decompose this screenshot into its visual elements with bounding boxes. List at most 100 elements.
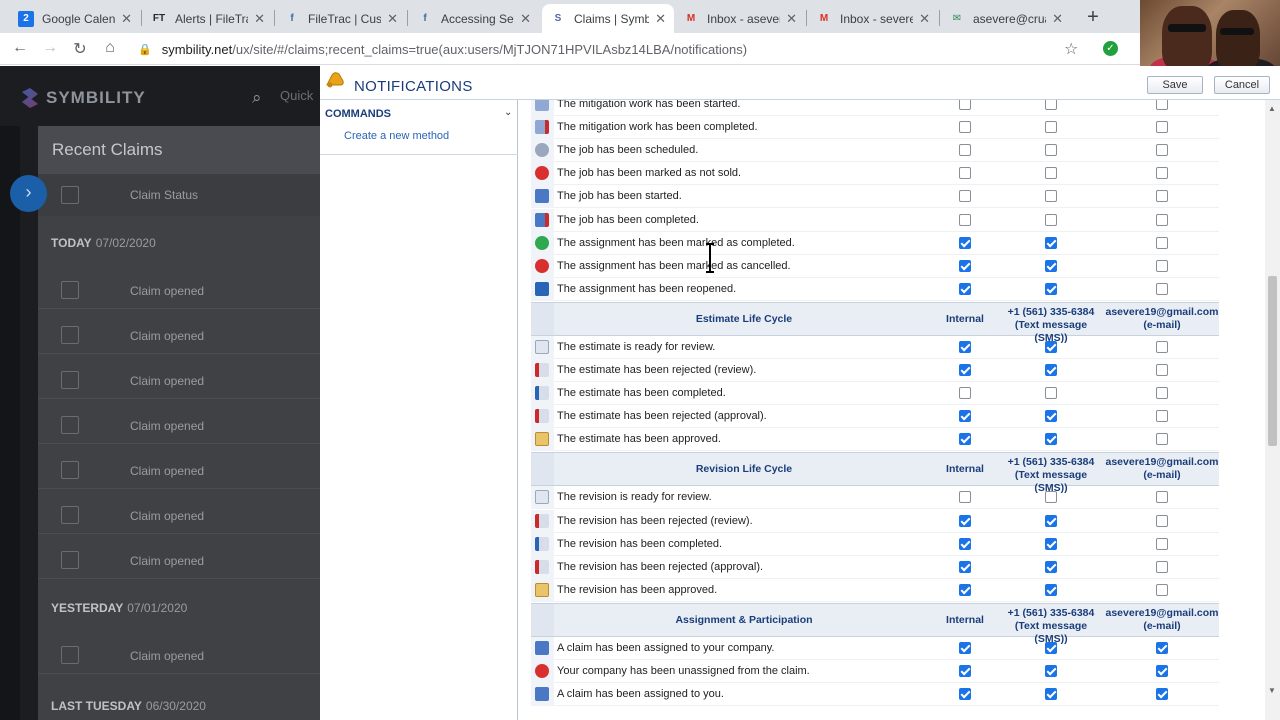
- internal-checkbox[interactable]: [959, 641, 971, 654]
- sms-checkbox[interactable]: [1045, 641, 1057, 654]
- claim-row-checkbox[interactable]: [61, 281, 79, 299]
- collapse-chevron-icon[interactable]: ⌄: [504, 107, 512, 118]
- home-icon[interactable]: ⌂: [100, 39, 120, 57]
- sms-checkbox[interactable]: [1045, 560, 1057, 573]
- email-checkbox[interactable]: [1156, 641, 1168, 654]
- email-checkbox[interactable]: [1156, 167, 1168, 180]
- internal-checkbox[interactable]: [959, 340, 971, 353]
- internal-checkbox[interactable]: [959, 167, 971, 180]
- browser-tab[interactable]: M Inbox - asevere ✕: [675, 4, 805, 33]
- sms-checkbox[interactable]: [1045, 537, 1057, 550]
- internal-checkbox[interactable]: [959, 688, 971, 701]
- claim-status-text[interactable]: Claim opened: [130, 554, 204, 568]
- sms-checkbox[interactable]: [1045, 144, 1057, 157]
- email-checkbox[interactable]: [1156, 190, 1168, 203]
- browser-tab[interactable]: f Accessing Setti ✕: [409, 4, 539, 33]
- email-checkbox[interactable]: [1156, 340, 1168, 353]
- sms-checkbox[interactable]: [1045, 410, 1057, 423]
- scroll-thumb[interactable]: [1268, 276, 1277, 446]
- claim-row-checkbox[interactable]: [61, 416, 79, 434]
- email-checkbox[interactable]: [1156, 583, 1168, 596]
- internal-checkbox[interactable]: [959, 560, 971, 573]
- sms-checkbox[interactable]: [1045, 665, 1057, 677]
- internal-checkbox[interactable]: [959, 433, 971, 446]
- claim-status-text[interactable]: Claim opened: [130, 509, 204, 523]
- sms-checkbox[interactable]: [1045, 190, 1057, 203]
- browser-tab[interactable]: M Inbox - severe ✕: [808, 4, 938, 33]
- internal-checkbox[interactable]: [959, 410, 971, 423]
- email-checkbox[interactable]: [1156, 144, 1168, 157]
- sms-checkbox[interactable]: [1045, 491, 1057, 504]
- internal-checkbox[interactable]: [959, 387, 971, 400]
- email-checkbox[interactable]: [1156, 433, 1168, 446]
- internal-checkbox[interactable]: [959, 491, 971, 504]
- close-tab-icon[interactable]: ✕: [254, 11, 265, 27]
- forward-icon[interactable]: →: [40, 39, 60, 57]
- bookmark-star-icon[interactable]: ☆: [1064, 39, 1078, 59]
- claim-row-checkbox[interactable]: [61, 506, 79, 524]
- sms-checkbox[interactable]: [1045, 433, 1057, 446]
- email-checkbox[interactable]: [1156, 121, 1168, 134]
- save-button[interactable]: Save: [1147, 76, 1203, 94]
- sms-checkbox[interactable]: [1045, 167, 1057, 180]
- email-checkbox[interactable]: [1156, 537, 1168, 550]
- address-bar[interactable]: 🔒 symbility.net/ux/site/#/claims;recent_…: [138, 36, 1098, 62]
- modal-scrollbar[interactable]: ▲ ▼: [1265, 100, 1280, 720]
- internal-checkbox[interactable]: [959, 364, 971, 376]
- internal-checkbox[interactable]: [959, 583, 971, 596]
- sms-checkbox[interactable]: [1045, 259, 1057, 272]
- create-method-link[interactable]: Create a new method: [344, 130, 449, 142]
- internal-checkbox[interactable]: [959, 259, 971, 272]
- email-checkbox[interactable]: [1156, 282, 1168, 295]
- email-checkbox[interactable]: [1156, 213, 1168, 226]
- internal-checkbox[interactable]: [959, 213, 971, 226]
- scroll-down-icon[interactable]: ▼: [1268, 686, 1276, 695]
- close-tab-icon[interactable]: ✕: [387, 11, 398, 27]
- reload-icon[interactable]: ↻: [70, 39, 90, 59]
- sms-checkbox[interactable]: [1045, 121, 1057, 134]
- email-checkbox[interactable]: [1156, 259, 1168, 272]
- search-icon[interactable]: ⌕: [252, 88, 262, 108]
- claim-status-text[interactable]: Claim opened: [130, 329, 204, 343]
- sms-checkbox[interactable]: [1045, 100, 1057, 110]
- cancel-button[interactable]: Cancel: [1214, 76, 1270, 94]
- email-checkbox[interactable]: [1156, 410, 1168, 423]
- claim-row-checkbox[interactable]: [61, 326, 79, 344]
- internal-checkbox[interactable]: [959, 144, 971, 157]
- claim-status-text[interactable]: Claim opened: [130, 649, 204, 663]
- scroll-up-icon[interactable]: ▲: [1268, 104, 1276, 113]
- sms-checkbox[interactable]: [1045, 364, 1057, 376]
- internal-checkbox[interactable]: [959, 190, 971, 203]
- sms-checkbox[interactable]: [1045, 514, 1057, 527]
- expand-chevron-icon[interactable]: ›: [10, 175, 47, 212]
- sms-checkbox[interactable]: [1045, 688, 1057, 701]
- email-checkbox[interactable]: [1156, 236, 1168, 249]
- close-tab-icon[interactable]: ✕: [919, 11, 930, 27]
- sms-checkbox[interactable]: [1045, 236, 1057, 249]
- select-all-checkbox[interactable]: [61, 186, 79, 204]
- internal-checkbox[interactable]: [959, 282, 971, 295]
- browser-tab[interactable]: f FileTrac | Custo ✕: [276, 4, 406, 33]
- quick-search-placeholder[interactable]: Quick: [280, 88, 313, 103]
- sms-checkbox[interactable]: [1045, 282, 1057, 295]
- browser-tab[interactable]: ✉ asevere@crua ✕: [941, 4, 1071, 33]
- sms-checkbox[interactable]: [1045, 340, 1057, 353]
- internal-checkbox[interactable]: [959, 121, 971, 134]
- email-checkbox[interactable]: [1156, 100, 1168, 110]
- close-tab-icon[interactable]: ✕: [121, 11, 132, 27]
- claim-row-checkbox[interactable]: [61, 461, 79, 479]
- claim-status-text[interactable]: Claim opened: [130, 419, 204, 433]
- close-tab-icon[interactable]: ✕: [520, 11, 531, 27]
- claim-row-checkbox[interactable]: [61, 371, 79, 389]
- browser-tab[interactable]: S Claims | Symbil ✕: [542, 4, 674, 33]
- new-tab-button[interactable]: +: [1084, 6, 1102, 29]
- sms-checkbox[interactable]: [1045, 387, 1057, 400]
- email-checkbox[interactable]: [1156, 665, 1168, 677]
- extension-check-icon[interactable]: ✓: [1103, 41, 1118, 56]
- close-tab-icon[interactable]: ✕: [786, 11, 797, 27]
- email-checkbox[interactable]: [1156, 387, 1168, 400]
- sms-checkbox[interactable]: [1045, 583, 1057, 596]
- internal-checkbox[interactable]: [959, 100, 971, 110]
- browser-tab[interactable]: FT Alerts | FileTrac ✕: [143, 4, 273, 33]
- close-tab-icon[interactable]: ✕: [1052, 11, 1063, 27]
